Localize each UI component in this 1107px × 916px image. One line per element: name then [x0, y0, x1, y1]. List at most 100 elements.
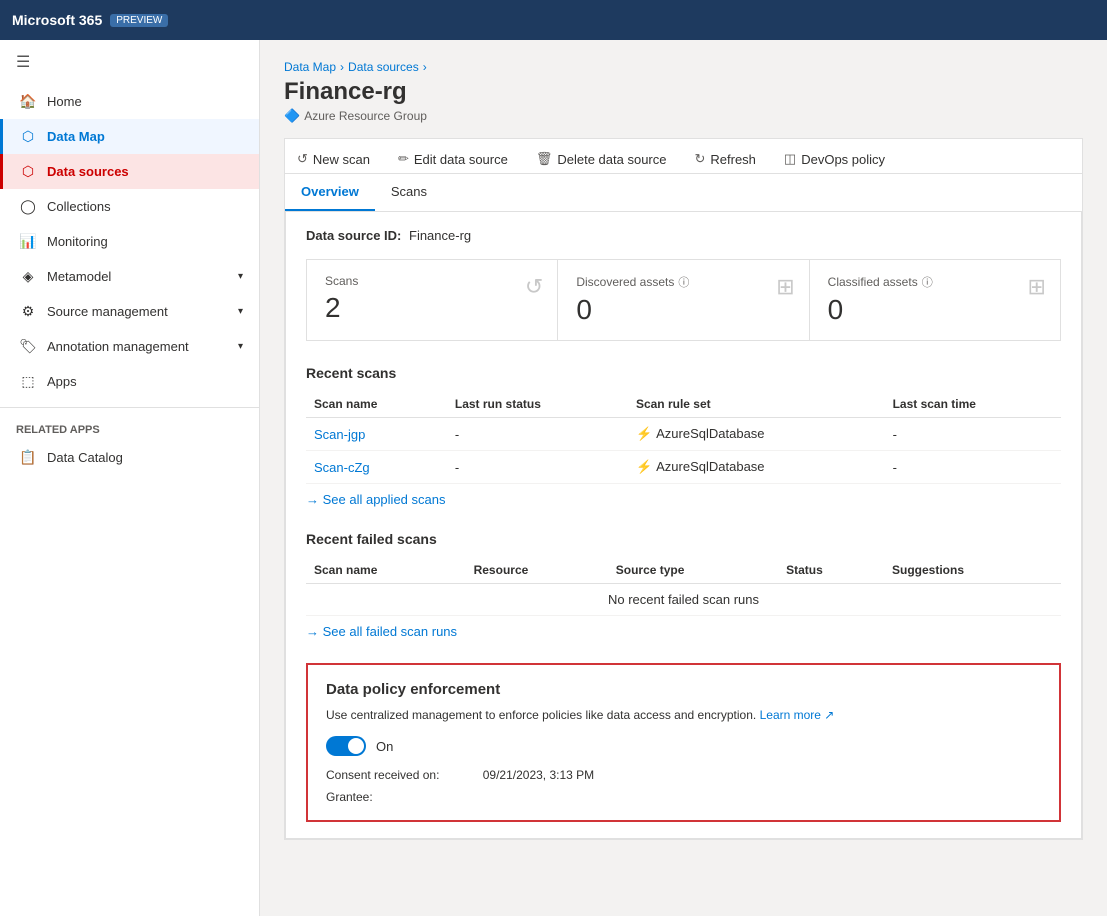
breadcrumb-data-sources[interactable]: Data sources — [348, 60, 419, 74]
see-all-scans-link[interactable]: → See all applied scans — [306, 492, 445, 507]
scan-name-link[interactable]: Scan-cZg — [314, 460, 370, 475]
datasource-id-label: Data source ID: — [306, 228, 401, 243]
learn-more-link[interactable]: Learn more ↗ — [760, 708, 835, 722]
consent-row: Consent received on: 09/21/2023, 3:13 PM — [326, 768, 594, 782]
source-mgmt-chevron: ▾ — [238, 306, 243, 317]
stat-scans-value: 2 — [325, 292, 539, 324]
stat-classified-label: Classified assets ⓘ — [828, 274, 1042, 290]
related-apps-section: Related apps — [0, 416, 259, 440]
data-map-icon: ⬡ — [19, 128, 37, 145]
sidebar-item-annotation-management[interactable]: 🏷 Annotation management ▾ — [0, 329, 259, 364]
consent-value: 09/21/2023, 3:13 PM — [483, 768, 594, 782]
tab-overview[interactable]: Overview — [285, 174, 375, 211]
new-scan-icon: ↺ — [297, 151, 308, 167]
recent-scans-section: Recent scans Scan name Last run status S… — [306, 365, 1061, 507]
edit-data-source-button[interactable]: ✏ Edit data source — [386, 145, 520, 173]
devops-icon: ◫ — [784, 151, 796, 167]
stat-discovered: Discovered assets ⓘ 0 ⊞ — [558, 260, 809, 340]
stat-scans: Scans 2 ↺ — [307, 260, 558, 340]
sidebar-item-apps[interactable]: ⬚ Apps — [0, 364, 259, 399]
tab-scans[interactable]: Scans — [375, 174, 443, 211]
annotation-mgmt-chevron: ▾ — [238, 341, 243, 352]
source-mgmt-icon: ⚙ — [19, 303, 37, 320]
col-scan-name: Scan name — [306, 391, 447, 418]
page-title: Finance-rg — [284, 78, 1083, 106]
stat-scans-icon: ↺ — [525, 274, 543, 300]
scan-name-cell: Scan-cZg — [306, 451, 447, 484]
subtitle-text: Azure Resource Group — [304, 109, 427, 123]
toolbar: ↺ New scan ✏ Edit data source 🗑 Delete d… — [285, 139, 1082, 174]
sidebar-label-data-map: Data Map — [47, 129, 105, 144]
col-last-scan-time: Last scan time — [885, 391, 1061, 418]
stat-classified-grid-icon: ⊞ — [1028, 274, 1046, 300]
sidebar-item-data-map[interactable]: ⬡ Data Map — [0, 119, 259, 154]
sidebar-item-collections[interactable]: ◯ Collections — [0, 189, 259, 224]
policy-title: Data policy enforcement — [326, 681, 1041, 698]
last-scan-time-cell: - — [885, 451, 1061, 484]
policy-toggle-row: On — [326, 736, 1041, 756]
refresh-button[interactable]: ↻ Refresh — [682, 145, 767, 173]
delete-icon: 🗑 — [536, 151, 553, 167]
classified-info-icon: ⓘ — [922, 274, 933, 290]
stat-classified: Classified assets ⓘ 0 ⊞ — [810, 260, 1060, 340]
policy-toggle[interactable] — [326, 736, 366, 756]
recent-failed-scans-table: Scan name Resource Source type Status Su… — [306, 557, 1061, 616]
sidebar-divider — [0, 407, 259, 408]
sidebar-item-home[interactable]: 🏠 Home — [0, 84, 259, 119]
table-row: No recent failed scan runs — [306, 584, 1061, 616]
sidebar-label-metamodel: Metamodel — [47, 269, 111, 284]
sidebar-item-monitoring[interactable]: 📊 Monitoring — [0, 224, 259, 259]
hamburger-menu[interactable]: ☰ — [0, 40, 259, 84]
recent-scans-title: Recent scans — [306, 365, 1061, 381]
policy-enforcement-box: Data policy enforcement Use centralized … — [306, 663, 1061, 822]
recent-failed-scans-title: Recent failed scans — [306, 531, 1061, 547]
sidebar-item-metamodel[interactable]: ◈ Metamodel ▾ — [0, 259, 259, 294]
datasource-id-row: Data source ID: Finance-rg — [306, 228, 1061, 243]
breadcrumb-data-map[interactable]: Data Map — [284, 60, 336, 74]
collections-icon: ◯ — [19, 198, 37, 215]
sidebar-label-data-sources: Data sources — [47, 164, 129, 179]
stat-discovered-value: 0 — [576, 294, 790, 326]
recent-scans-table: Scan name Last run status Scan rule set … — [306, 391, 1061, 484]
breadcrumb-sep1: › — [340, 60, 344, 74]
data-sources-icon: ⬡ — [19, 163, 37, 180]
scan-name-link[interactable]: Scan-jgp — [314, 427, 365, 442]
grantee-label: Grantee: — [326, 790, 373, 804]
stat-scans-label: Scans — [325, 274, 539, 288]
metamodel-icon: ◈ — [19, 268, 37, 285]
monitoring-icon: 📊 — [19, 233, 37, 250]
consent-label: Consent received on: — [326, 768, 439, 782]
edit-label: Edit data source — [414, 152, 508, 167]
app-logo: Microsoft 365 PREVIEW — [12, 12, 168, 28]
col-last-run-status: Last run status — [447, 391, 628, 418]
home-icon: 🏠 — [19, 93, 37, 110]
preview-badge: PREVIEW — [110, 14, 168, 27]
stat-classified-value: 0 — [828, 294, 1042, 326]
policy-description: Use centralized management to enforce po… — [326, 706, 1041, 724]
sidebar-label-source-management: Source management — [47, 304, 168, 319]
sidebar-label-collections: Collections — [47, 199, 111, 214]
scan-name-cell: Scan-jgp — [306, 418, 447, 451]
metamodel-chevron: ▾ — [238, 271, 243, 282]
fcol-resource: Resource — [466, 557, 608, 584]
delete-data-source-button[interactable]: 🗑 Delete data source — [524, 145, 679, 173]
sidebar-item-data-sources[interactable]: ⬡ Data sources — [0, 154, 259, 189]
fcol-suggestions: Suggestions — [884, 557, 1061, 584]
sidebar-label-apps: Apps — [47, 374, 77, 389]
main-panel: ↺ New scan ✏ Edit data source 🗑 Delete d… — [284, 138, 1083, 840]
new-scan-button[interactable]: ↺ New scan — [285, 145, 382, 173]
sidebar-label-monitoring: Monitoring — [47, 234, 108, 249]
devops-policy-button[interactable]: ◫ DevOps policy — [772, 145, 897, 173]
grantee-row: Grantee: — [326, 790, 1041, 804]
annotation-mgmt-icon: 🏷 — [19, 338, 37, 355]
scan-rule-set-cell: ⚡AzureSqlDatabase — [628, 451, 885, 484]
policy-meta: Consent received on: 09/21/2023, 3:13 PM — [326, 768, 1041, 782]
see-all-failed-scans-link[interactable]: → See all failed scan runs — [306, 624, 457, 639]
new-scan-label: New scan — [313, 152, 370, 167]
sidebar-item-data-catalog[interactable]: 📋 Data Catalog — [0, 440, 259, 475]
recent-failed-scans-section: Recent failed scans Scan name Resource S… — [306, 531, 1061, 639]
col-scan-rule-set: Scan rule set — [628, 391, 885, 418]
last-scan-time-cell: - — [885, 418, 1061, 451]
last-run-status-cell: - — [447, 451, 628, 484]
sidebar-item-source-management[interactable]: ⚙ Source management ▾ — [0, 294, 259, 329]
